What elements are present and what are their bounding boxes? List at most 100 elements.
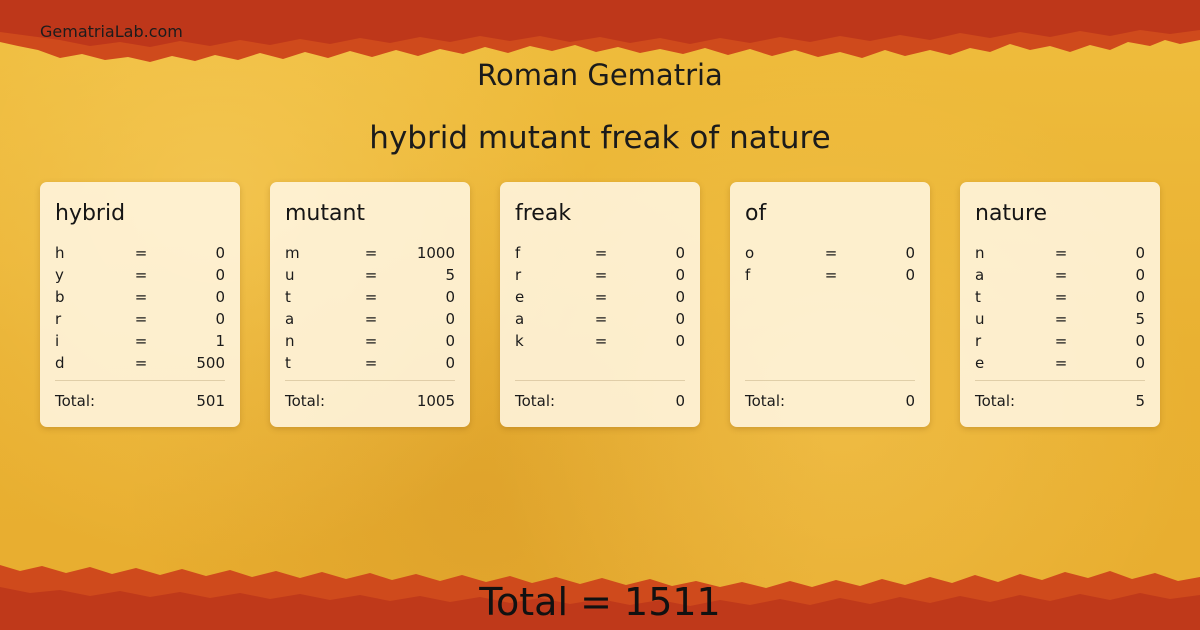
- letter-value: 0: [675, 266, 685, 284]
- word-total-value: 1005: [416, 392, 455, 410]
- letter-row: a = 0: [975, 266, 1145, 288]
- letter: r: [515, 266, 522, 284]
- letter: a: [515, 310, 525, 328]
- letter-rows: f = 0 r = 0 e = 0 a = 0 k = 0: [515, 244, 685, 354]
- letter-value: 0: [905, 244, 915, 262]
- letter-row: a = 0: [285, 310, 455, 332]
- word-card: nature n = 0 a = 0 t = 0 u = 5 r = 0 e = 0 Total: 5: [960, 182, 1160, 427]
- word-total-label: Total:: [975, 392, 1016, 410]
- letter-value: 0: [1135, 266, 1145, 284]
- letter: f: [745, 266, 751, 284]
- equals-sign: =: [364, 332, 378, 350]
- letter-value: 0: [215, 310, 225, 328]
- equals-sign: =: [824, 266, 838, 284]
- letter-row: e = 0: [975, 354, 1145, 376]
- word-total-value: 5: [1135, 392, 1145, 410]
- equals-sign: =: [1054, 332, 1068, 350]
- equals-sign: =: [594, 332, 608, 350]
- letter-row: t = 0: [285, 354, 455, 376]
- word-card: hybrid h = 0 y = 0 b = 0 r = 0 i = 1 d = 500 Total: 501: [40, 182, 240, 427]
- letter: a: [975, 266, 985, 284]
- letter-value: 0: [675, 288, 685, 306]
- total-divider: [745, 380, 915, 381]
- letter-value: 0: [1135, 288, 1145, 306]
- cipher-title: Roman Gematria: [477, 58, 723, 92]
- letter: h: [55, 244, 65, 262]
- letter-value: 0: [215, 244, 225, 262]
- equals-sign: =: [594, 288, 608, 306]
- letter-row: r = 0: [975, 332, 1145, 354]
- letter-row: t = 0: [285, 288, 455, 310]
- site-brand-link[interactable]: GematriaLab.com: [40, 22, 183, 41]
- letter: f: [515, 244, 521, 262]
- letter-row: h = 0: [55, 244, 225, 266]
- letter-row: k = 0: [515, 332, 685, 354]
- equals-sign: =: [134, 310, 148, 328]
- letter-rows: m = 1000 u = 5 t = 0 a = 0 n = 0 t = 0: [285, 244, 455, 376]
- equals-sign: =: [364, 310, 378, 328]
- word-total-label: Total:: [745, 392, 786, 410]
- grand-total: Total = 1511: [479, 580, 721, 624]
- letter-row: n = 0: [285, 332, 455, 354]
- equals-sign: =: [364, 354, 378, 372]
- equals-sign: =: [1054, 310, 1068, 328]
- equals-sign: =: [594, 310, 608, 328]
- letter-row: n = 0: [975, 244, 1145, 266]
- letter-value: 0: [675, 310, 685, 328]
- letter: m: [285, 244, 300, 262]
- total-divider: [975, 380, 1145, 381]
- letter-row: d = 500: [55, 354, 225, 376]
- letter-rows: h = 0 y = 0 b = 0 r = 0 i = 1 d = 500: [55, 244, 225, 376]
- word-total-value: 501: [196, 392, 225, 410]
- word-cards: hybrid h = 0 y = 0 b = 0 r = 0 i = 1 d = 500 Total: 501 mutan…: [40, 182, 1160, 427]
- letter: d: [55, 354, 65, 372]
- word-title: freak: [515, 201, 572, 226]
- equals-sign: =: [134, 354, 148, 372]
- equals-sign: =: [1054, 354, 1068, 372]
- letter-value: 0: [445, 288, 455, 306]
- letter: o: [745, 244, 755, 262]
- letter-value: 0: [215, 266, 225, 284]
- letter-row: r = 0: [515, 266, 685, 288]
- letter-row: o = 0: [745, 244, 915, 266]
- letter-value: 500: [196, 354, 225, 372]
- phrase-heading: hybrid mutant freak of nature: [369, 120, 831, 156]
- letter: n: [975, 244, 985, 262]
- word-total-label: Total:: [55, 392, 96, 410]
- letter-value: 0: [445, 332, 455, 350]
- word-card: mutant m = 1000 u = 5 t = 0 a = 0 n = 0 t = 0 Total: 1005: [270, 182, 470, 427]
- letter-value: 0: [1135, 332, 1145, 350]
- letter-row: b = 0: [55, 288, 225, 310]
- letter: i: [55, 332, 60, 350]
- equals-sign: =: [1054, 288, 1068, 306]
- equals-sign: =: [134, 266, 148, 284]
- letter-value: 5: [445, 266, 455, 284]
- word-total-value: 0: [905, 392, 915, 410]
- word-title: nature: [975, 201, 1048, 226]
- word-card: of o = 0 f = 0 Total: 0: [730, 182, 930, 427]
- letter-row: e = 0: [515, 288, 685, 310]
- letter-value: 0: [675, 244, 685, 262]
- total-divider: [515, 380, 685, 381]
- letter-row: t = 0: [975, 288, 1145, 310]
- equals-sign: =: [134, 288, 148, 306]
- letter-row: m = 1000: [285, 244, 455, 266]
- letter-row: u = 5: [975, 310, 1145, 332]
- letter-rows: o = 0 f = 0: [745, 244, 915, 288]
- word-total-label: Total:: [515, 392, 556, 410]
- letter-value: 0: [905, 266, 915, 284]
- letter: t: [975, 288, 981, 306]
- letter-row: f = 0: [745, 266, 915, 288]
- equals-sign: =: [364, 266, 378, 284]
- word-total-value: 0: [675, 392, 685, 410]
- equals-sign: =: [594, 266, 608, 284]
- equals-sign: =: [134, 332, 148, 350]
- letter: r: [55, 310, 62, 328]
- letter-value: 0: [1135, 354, 1145, 372]
- word-card: freak f = 0 r = 0 e = 0 a = 0 k = 0 Total: 0: [500, 182, 700, 427]
- letter-rows: n = 0 a = 0 t = 0 u = 5 r = 0 e = 0: [975, 244, 1145, 376]
- letter: u: [975, 310, 985, 328]
- letter: t: [285, 354, 291, 372]
- letter-value: 0: [445, 354, 455, 372]
- letter-row: i = 1: [55, 332, 225, 354]
